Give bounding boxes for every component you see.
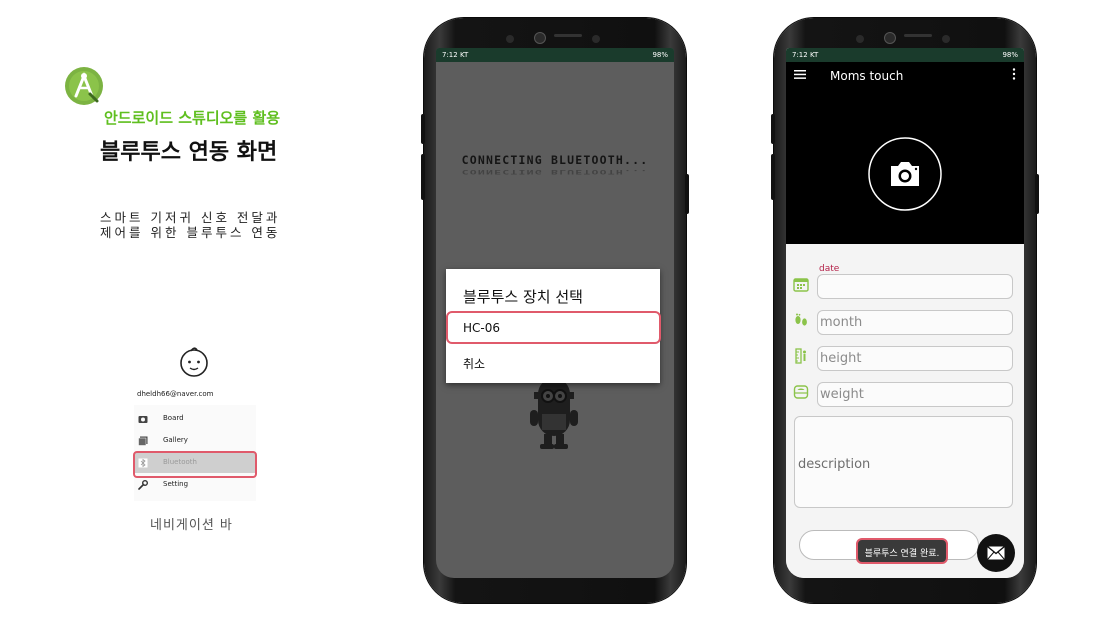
nav-caption: 네비게이션 바 bbox=[150, 518, 233, 533]
baby-face-icon bbox=[180, 347, 208, 377]
phone-screen: 7:12 KT 98% CONNECTING BLUETOOTH... CONN… bbox=[436, 48, 674, 578]
phone-screen: 7:12 KT 98% Moms touch date month height… bbox=[786, 48, 1024, 578]
app-title: Moms touch bbox=[830, 69, 904, 83]
camera-icon bbox=[138, 416, 148, 423]
mail-fab-button[interactable] bbox=[977, 534, 1015, 572]
description: 스마트 기저귀 신호 전달과 제어를 위한 블루투스 연동 bbox=[100, 210, 280, 240]
app-bar: Moms touch bbox=[786, 62, 1024, 88]
weight-input[interactable]: weight bbox=[817, 382, 1013, 407]
nav-item-board[interactable]: Board bbox=[134, 409, 256, 429]
dialog-title: 블루투스 장치 선택 bbox=[463, 288, 583, 306]
phone-frame-bluetooth-select: 7:12 KT 98% CONNECTING BLUETOOTH... CONN… bbox=[421, 18, 689, 603]
front-camera-icon bbox=[856, 32, 950, 44]
photo-header bbox=[786, 88, 1024, 244]
height-input[interactable]: height bbox=[817, 346, 1013, 371]
power-button bbox=[1035, 174, 1039, 214]
nav-item-label: Setting bbox=[163, 480, 189, 488]
more-options-icon[interactable] bbox=[1012, 68, 1016, 80]
highlight-box bbox=[133, 451, 257, 478]
scale-icon bbox=[793, 385, 809, 399]
status-time: 7:12 KT bbox=[792, 51, 819, 59]
menu-icon[interactable] bbox=[794, 70, 806, 79]
height-placeholder: height bbox=[820, 351, 862, 366]
minion-icon bbox=[530, 378, 578, 449]
toast-text: 블루투스 연결 완료. bbox=[864, 549, 940, 559]
description-line: 제어를 위한 블루투스 연동 bbox=[100, 225, 281, 240]
navigation-drawer-preview: dheldh66@naver.com Board Gallery Bluetoo… bbox=[133, 340, 257, 502]
status-bar: 7:12 KT 98% bbox=[786, 48, 1024, 62]
bluetooth-device-dialog: 블루투스 장치 선택 HC-06 취소 bbox=[446, 269, 661, 383]
volume-button bbox=[771, 154, 775, 200]
volume-button bbox=[771, 114, 775, 144]
date-field[interactable] bbox=[817, 274, 1013, 299]
status-time: 7:12 KT bbox=[442, 51, 469, 59]
camera-button[interactable] bbox=[867, 136, 943, 212]
weight-placeholder: weight bbox=[820, 387, 864, 402]
date-label: date bbox=[819, 264, 840, 274]
wrench-icon bbox=[138, 480, 148, 490]
status-bar: 7:12 KT 98% bbox=[436, 48, 674, 62]
height-ruler-icon bbox=[795, 348, 806, 364]
connecting-text: CONNECTING BLUETOOTH... bbox=[461, 153, 649, 167]
record-form: date month height weight description 블루투… bbox=[786, 244, 1024, 578]
subtitle: 안드로이드 스튜디오를 활용 bbox=[104, 109, 281, 127]
calendar-icon bbox=[793, 278, 809, 292]
phone-frame-record-form: 7:12 KT 98% Moms touch date month height… bbox=[771, 18, 1039, 603]
android-studio-icon bbox=[65, 67, 103, 105]
connecting-text-reflection: CONNECTING BLUETOOTH... bbox=[461, 168, 649, 176]
nav-item-label: Gallery bbox=[163, 436, 188, 444]
power-button bbox=[685, 174, 689, 214]
dialog-option-cancel[interactable]: 취소 bbox=[463, 355, 485, 372]
gallery-icon bbox=[138, 436, 148, 446]
nav-item-label: Board bbox=[163, 414, 184, 422]
month-input[interactable]: month bbox=[817, 310, 1013, 335]
front-camera-icon bbox=[506, 32, 600, 44]
volume-button bbox=[421, 114, 425, 144]
description-placeholder: description bbox=[798, 457, 871, 472]
page-title: 블루투스 연동 화면 bbox=[100, 140, 278, 165]
mail-icon bbox=[987, 546, 1005, 560]
battery-indicator: 98% bbox=[652, 51, 668, 59]
nav-item-setting[interactable]: Setting bbox=[134, 475, 256, 495]
user-email: dheldh66@naver.com bbox=[137, 390, 214, 398]
month-placeholder: month bbox=[820, 315, 863, 330]
footprints-icon bbox=[795, 313, 807, 326]
description-input[interactable]: description bbox=[794, 416, 1013, 508]
volume-button bbox=[421, 154, 425, 200]
nav-item-gallery[interactable]: Gallery bbox=[134, 431, 256, 451]
toast-message: 블루투스 연결 완료. bbox=[856, 538, 948, 564]
description-line: 스마트 기저귀 신호 전달과 bbox=[100, 210, 281, 225]
highlight-box bbox=[446, 311, 661, 344]
battery-indicator: 98% bbox=[1002, 51, 1018, 59]
